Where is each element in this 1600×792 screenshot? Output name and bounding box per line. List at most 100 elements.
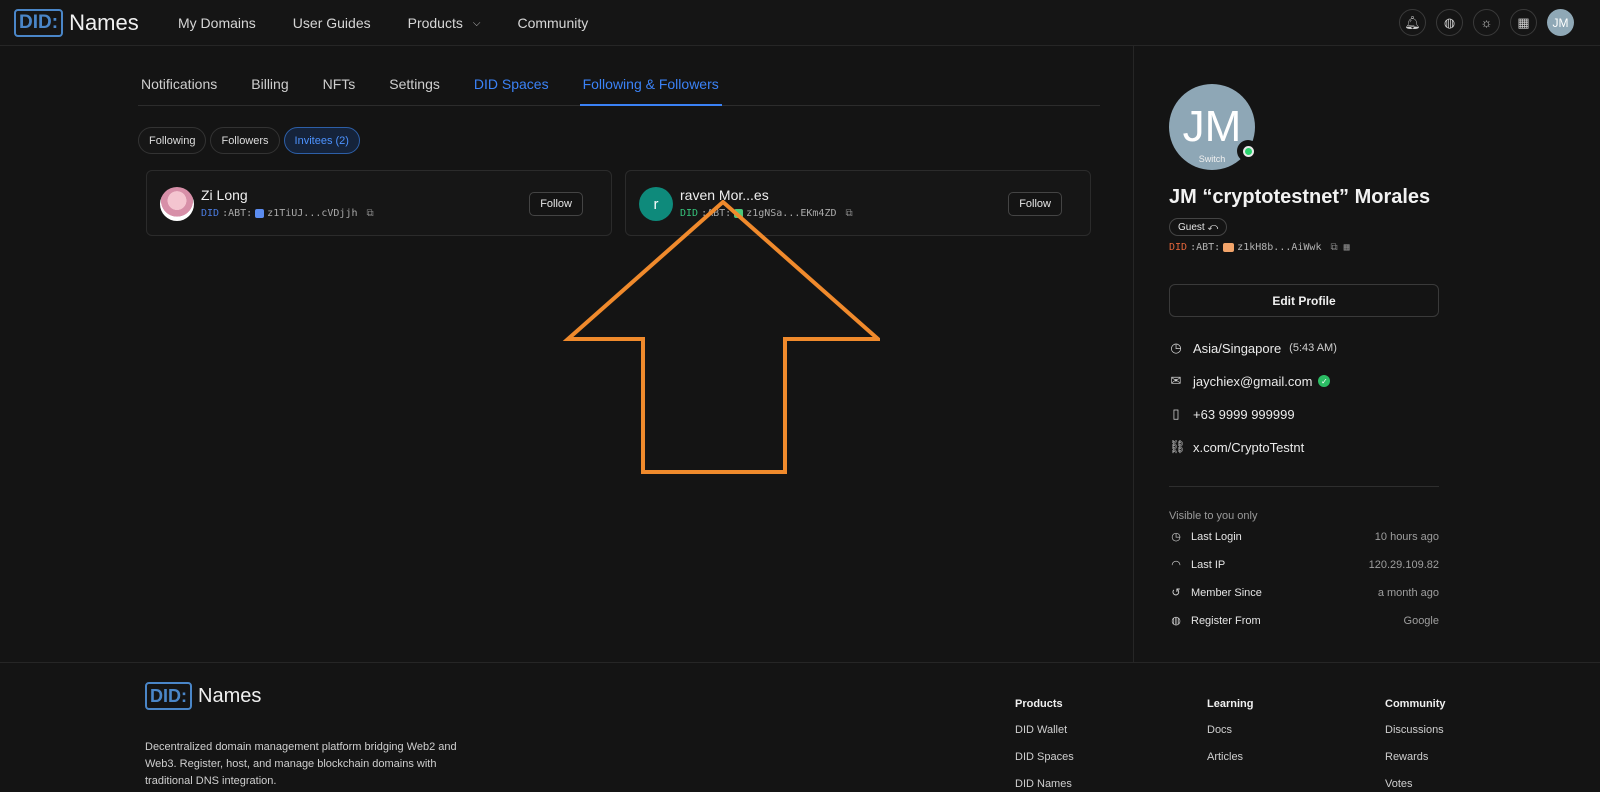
stat-label: Last IP [1191, 558, 1226, 571]
footer-link[interactable]: DID Wallet [1015, 724, 1074, 736]
stat-last-login: ◷ Last Login 10 hours ago [1169, 530, 1439, 544]
follow-button[interactable]: Follow [529, 192, 583, 216]
did-id: z1TiUJ...cVDjjh [267, 208, 358, 219]
footer-link[interactable]: Articles [1207, 751, 1253, 763]
did-prefix: DID [680, 208, 699, 219]
settings-tabs: Notifications Billing NFTs Settings DID … [138, 64, 1100, 106]
clock-icon: ◷ [1171, 531, 1181, 543]
footer-link[interactable]: Rewards [1385, 751, 1446, 763]
footer-link[interactable]: Docs [1207, 724, 1253, 736]
apps-grid-icon[interactable]: ▦ [1510, 9, 1537, 36]
timezone: Asia/Singapore [1193, 340, 1282, 356]
tab-settings[interactable]: Settings [386, 64, 443, 106]
sun-icon[interactable]: ☼ [1473, 9, 1500, 36]
copy-icon[interactable]: ⧉ [845, 208, 852, 219]
follow-filter-pills: Following Followers Invitees (2) [138, 127, 360, 154]
did-id: z1kH8b...AiWwk [1237, 242, 1322, 253]
logo-did-box: DID: [145, 682, 192, 710]
mail-icon: ✉ [1170, 373, 1182, 388]
did-method: :ABT: [701, 208, 732, 219]
phone-icon: ▯ [1172, 406, 1180, 421]
role-badge[interactable]: Guest ⤺ [1169, 218, 1228, 236]
tab-did-spaces[interactable]: DID Spaces [471, 64, 552, 106]
did-prefix: DID [201, 208, 220, 219]
avatar[interactable]: r [639, 187, 673, 221]
link-icon: ⛓ [1169, 439, 1186, 454]
invitee-name[interactable]: raven Mor...es [680, 187, 769, 203]
stat-member-since: ↺ Member Since a month ago [1169, 586, 1439, 600]
logo[interactable]: DID: Names [14, 8, 139, 38]
copy-icon[interactable]: ⧉ [366, 208, 373, 219]
bell-icon[interactable]: 🔔︎ [1399, 9, 1426, 36]
stat-value: 10 hours ago [1374, 530, 1439, 543]
avatar[interactable] [160, 187, 194, 221]
profile-link[interactable]: x.com/CryptoTestnt [1193, 440, 1304, 455]
nav-user-guides[interactable]: User Guides [293, 15, 371, 31]
profile-panel: JM Switch JM “cryptotestnet” Morales Gue… [1133, 46, 1600, 662]
chevron-down-icon: ⌵ [472, 17, 481, 29]
pill-invitees[interactable]: Invitees (2) [283, 127, 360, 154]
did-id: z1gNSa...EKm4ZD [746, 208, 837, 219]
invitee-card: Zi Long DID:ABT: z1TiUJ...cVDjjh ⧉ Follo… [146, 170, 612, 236]
globe-icon[interactable]: ◍ [1436, 9, 1463, 36]
follow-button[interactable]: Follow [1008, 192, 1062, 216]
avatar[interactable]: JM [1547, 9, 1574, 36]
nav-products-label: Products [407, 15, 463, 31]
stat-label: Member Since [1191, 586, 1262, 599]
profile-name: JM “cryptotestnet” Morales [1169, 186, 1431, 208]
stat-value: a month ago [1377, 586, 1439, 599]
copy-icon[interactable]: ⧉ [1330, 242, 1337, 253]
top-icons: 🔔︎ ◍ ☼ ▦ JM [1399, 9, 1574, 36]
tab-billing[interactable]: Billing [248, 64, 291, 106]
footer: DID: Names Decentralized domain manageme… [0, 662, 1600, 792]
arrow-annotation [562, 200, 880, 474]
footer-link[interactable]: Discussions [1385, 724, 1446, 736]
did-identicon [255, 209, 265, 218]
email-row: ✉ jaychiex@gmail.com ✓ [1169, 373, 1331, 389]
logo-did-box: DID: [14, 9, 64, 37]
pill-following[interactable]: Following [138, 127, 207, 154]
edit-profile-button[interactable]: Edit Profile [1169, 284, 1439, 317]
invitee-name[interactable]: Zi Long [201, 187, 248, 203]
footer-column-community: Community Discussions Rewards Votes [1385, 698, 1446, 792]
footer-link[interactable]: Votes [1385, 778, 1446, 790]
invitee-card: r raven Mor...es DID:ABT: z1gNSa...EKm4Z… [625, 170, 1091, 236]
nav-my-domains[interactable]: My Domains [178, 15, 256, 31]
stat-last-ip: ◠ Last IP 120.29.109.82 [1169, 558, 1439, 572]
nav-community[interactable]: Community [517, 15, 588, 31]
did-address: DID:ABT: z1gNSa...EKm4ZD ⧉ [680, 208, 853, 219]
phone: +63 9999 999999 [1193, 406, 1295, 422]
did-prefix: DID [1169, 242, 1188, 253]
qr-code-icon[interactable]: ▦ [1344, 242, 1350, 253]
stat-label: Register From [1191, 614, 1261, 627]
link-row: ⛓ x.com/CryptoTestnt [1169, 439, 1304, 455]
profile-initials: JM [1182, 102, 1242, 151]
wifi-icon: ◠ [1171, 559, 1181, 571]
history-icon: ↺ [1171, 587, 1181, 599]
tab-nfts[interactable]: NFTs [320, 64, 359, 106]
footer-column-title: Learning [1207, 698, 1254, 710]
timezone-row: ◷ Asia/Singapore (5:43 AM) [1169, 340, 1337, 356]
phone-row: ▯ +63 9999 999999 [1169, 406, 1295, 422]
logo-names-text: Names [69, 10, 139, 35]
footer-link[interactable]: DID Spaces [1015, 751, 1074, 763]
main-nav: My Domains User Guides Products ⌵ Communi… [178, 0, 625, 46]
footer-column-title: Community [1385, 698, 1446, 710]
did-method: :ABT: [222, 208, 253, 219]
nav-products[interactable]: Products ⌵ [408, 15, 481, 31]
footer-column-title: Products [1015, 698, 1063, 710]
stat-register-from: ◍ Register From Google [1169, 614, 1439, 628]
email[interactable]: jaychiex@gmail.com [1193, 374, 1312, 389]
tab-notifications[interactable]: Notifications [138, 64, 220, 106]
did-identicon [734, 209, 744, 218]
visibility-note: Visible to you only [1169, 510, 1258, 522]
online-status-icon [1237, 140, 1259, 162]
footer-description: Decentralized domain management platform… [145, 741, 457, 787]
top-navbar: DID: Names My Domains User Guides Produc… [0, 0, 1600, 46]
footer-logo[interactable]: DID: Names [145, 682, 261, 710]
footer-column-products: Products DID Wallet DID Spaces DID Names [1015, 698, 1074, 792]
pill-followers[interactable]: Followers [210, 127, 280, 154]
tab-following-followers[interactable]: Following & Followers [579, 64, 722, 106]
footer-column-learning: Learning Docs Articles [1207, 698, 1253, 778]
footer-link[interactable]: DID Names [1015, 778, 1074, 790]
